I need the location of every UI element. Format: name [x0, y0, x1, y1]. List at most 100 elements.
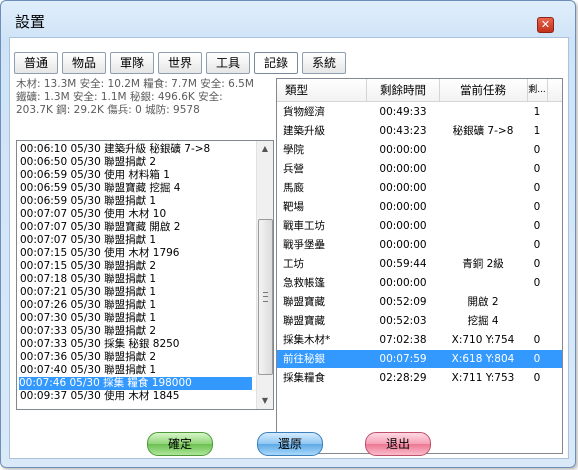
count-cell: 1 [533, 125, 541, 137]
table-row[interactable]: 前往秘銀 00:07:59 X:618 Y:804 0 [277, 350, 562, 368]
column-header-count[interactable]: 剩... [527, 79, 548, 101]
table-row[interactable]: 建築升級 00:43:23 秘銀礦 7->8 1 [277, 122, 562, 140]
table-row[interactable]: 聯盟寶藏 00:52:09 開啟 2 [277, 293, 562, 311]
type-cell: 兵營 [283, 163, 304, 175]
log-entry[interactable]: 00:07:07 05/30 聯盟捐獻 1 [20, 234, 156, 247]
tab-system[interactable]: 系統 [302, 52, 346, 74]
log-entry[interactable]: 00:07:18 05/30 聯盟捐獻 1 [20, 273, 156, 286]
current-task-cell: 挖掘 4 [467, 315, 499, 327]
remaining-time-cell: 00:00:00 [379, 201, 427, 213]
remaining-time-cell: 00:00:00 [379, 144, 427, 156]
tab-world[interactable]: 世界 [158, 52, 202, 74]
log-entry[interactable]: 00:07:30 05/30 聯盟捐獻 1 [20, 312, 156, 325]
resource-stats: 木材: 13.3M 安全: 10.2M 糧食: 7.7M 安全: 6.5M 鐵礦… [16, 78, 272, 117]
count-cell: 0 [533, 220, 541, 232]
scroll-down-icon[interactable]: ▼ [257, 393, 273, 409]
log-entry[interactable]: 00:07:36 05/30 聯盟捐獻 2 [20, 351, 156, 364]
log-scrollbar[interactable]: ▲ ▼ [256, 141, 273, 409]
tab-army[interactable]: 軍隊 [110, 52, 154, 74]
current-task-cell: 秘銀礦 7->8 [452, 125, 514, 137]
log-entry[interactable]: 00:07:33 05/30 聯盟捐獻 2 [20, 325, 156, 338]
remaining-time-cell: 02:28:29 [379, 372, 427, 384]
remaining-time-cell: 00:52:09 [379, 296, 427, 308]
type-cell: 學院 [283, 144, 304, 156]
table-row[interactable]: 戰爭堡壘 00:00:00 0 [277, 236, 562, 254]
grip-icon [263, 292, 268, 302]
type-cell: 靶場 [283, 201, 304, 213]
tab-general[interactable]: 普通 [14, 52, 58, 74]
log-entry[interactable]: 00:06:59 05/30 聯盟寶藏 挖掘 4 [20, 182, 180, 195]
table-row[interactable]: 學院 00:00:00 0 [277, 141, 562, 159]
remaining-time-cell: 00:00:00 [379, 182, 427, 194]
type-cell: 前往秘銀 [283, 353, 325, 365]
table-row[interactable]: 兵營 00:00:00 0 [277, 160, 562, 178]
stats-line: 203.7K 鋼: 29.2K 傷兵: 0 城防: 9578 [16, 104, 200, 116]
table-row[interactable]: 工坊 00:59:44 青銅 2級 0 [277, 255, 562, 273]
tab-items[interactable]: 物品 [62, 52, 106, 74]
log-entry[interactable]: 00:09:37 05/30 使用 木材 1845 [20, 390, 180, 403]
table-row[interactable]: 急救帳篷 00:00:00 0 [277, 274, 562, 292]
log-entry[interactable]: 00:07:26 05/30 聯盟捐獻 1 [20, 299, 156, 312]
log-entry[interactable]: 00:07:15 05/30 聯盟捐獻 2 [20, 260, 156, 273]
ok-button[interactable]: 確定 [147, 432, 213, 456]
table-row[interactable]: 戰車工坊 00:00:00 0 [277, 217, 562, 235]
type-cell: 聯盟寶藏 [283, 315, 325, 327]
stats-line: 木材: 13.3M 安全: 10.2M 糧食: 7.7M 安全: 6.5M [16, 78, 254, 90]
count-cell: 0 [533, 372, 541, 384]
table-row[interactable]: 靶場 00:00:00 0 [277, 198, 562, 216]
remaining-time-cell: 00:00:00 [379, 239, 427, 251]
title-bar: 設置 ✕ [1, 1, 575, 37]
log-entry[interactable]: 00:06:59 05/30 使用 材料箱 1 [20, 169, 170, 182]
log-entry[interactable]: 00:06:10 05/30 建築升級 秘銀礦 7->8 [20, 143, 210, 156]
scroll-up-icon[interactable]: ▲ [257, 141, 273, 157]
remaining-time-cell: 00:00:00 [379, 220, 427, 232]
table-row[interactable]: 採集糧食 02:28:29 X:711 Y:753 0 [277, 369, 562, 387]
type-cell: 建築升級 [283, 125, 325, 137]
type-cell: 聯盟寶藏 [283, 296, 325, 308]
log-entry[interactable]: 00:07:46 05/30 採集 糧食 198000 [19, 377, 252, 390]
type-cell: 工坊 [283, 258, 304, 270]
remaining-time-cell: 00:43:23 [379, 125, 427, 137]
current-task-cell: X:618 Y:804 [451, 353, 515, 365]
table-row[interactable]: 採集木材* 07:02:38 X:710 Y:754 0 [277, 331, 562, 349]
tab-tools[interactable]: 工具 [206, 52, 250, 74]
count-cell: 0 [533, 144, 541, 156]
type-cell: 戰車工坊 [283, 220, 325, 232]
table-row[interactable]: 馬廄 00:00:00 0 [277, 179, 562, 197]
column-header-type[interactable]: 類型 [277, 79, 367, 101]
current-task-cell: X:710 Y:754 [451, 334, 515, 346]
log-entry[interactable]: 00:06:50 05/30 聯盟捐獻 2 [20, 156, 156, 169]
scroll-thumb[interactable] [258, 219, 273, 375]
tab-records[interactable]: 記錄 [254, 52, 298, 74]
log-entry[interactable]: 00:07:40 05/30 聯盟捐獻 1 [20, 364, 156, 377]
event-log-list[interactable]: ▲ ▼ 00:06:10 05/30 建築升級 秘銀礦 7->8 00:06:50… [16, 140, 274, 410]
remaining-time-cell: 00:00:00 [379, 277, 427, 289]
remaining-time-cell: 07:02:38 [379, 334, 427, 346]
table-row[interactable]: 貨物經濟 00:49:33 1 [277, 103, 562, 121]
column-header-remaining[interactable]: 剩餘時間 [367, 79, 440, 101]
exit-button[interactable]: 退出 [365, 432, 431, 456]
log-entry[interactable]: 00:07:15 05/30 使用 木材 1796 [20, 247, 180, 260]
type-cell: 戰爭堡壘 [283, 239, 325, 251]
count-cell: 0 [533, 163, 541, 175]
count-cell: 1 [533, 106, 541, 118]
reset-button[interactable]: 還原 [257, 432, 323, 456]
settings-window: 設置 ✕ 普通 物品 軍隊 世界 工具 記錄 系統 木材: 13.3M 安全: … [0, 0, 576, 468]
type-cell: 採集木材* [283, 334, 331, 346]
column-header-task[interactable]: 當前任務 [439, 79, 528, 101]
remaining-time-cell: 00:00:00 [379, 163, 427, 175]
remaining-time-cell: 00:49:33 [379, 106, 427, 118]
log-entry[interactable]: 00:07:21 05/30 聯盟捐獻 1 [20, 286, 156, 299]
log-entry[interactable]: 00:06:59 05/30 聯盟捐獻 1 [20, 195, 156, 208]
log-entry[interactable]: 00:07:07 05/30 使用 木材 10 [20, 208, 166, 221]
log-entry[interactable]: 00:07:33 05/30 採集 秘銀 8250 [20, 338, 180, 351]
close-button[interactable]: ✕ [537, 17, 554, 33]
remaining-time-cell: 00:59:44 [379, 258, 427, 270]
table-header: 類型 剩餘時間 當前任務 剩... [277, 79, 562, 102]
count-cell: 0 [533, 182, 541, 194]
log-entry[interactable]: 00:07:07 05/30 聯盟寶藏 開啟 2 [20, 221, 180, 234]
current-task-cell: 青銅 2級 [462, 258, 504, 270]
table-row[interactable]: 聯盟寶藏 00:52:03 挖掘 4 [277, 312, 562, 330]
count-cell: 0 [533, 239, 541, 251]
type-cell: 急救帳篷 [283, 277, 325, 289]
